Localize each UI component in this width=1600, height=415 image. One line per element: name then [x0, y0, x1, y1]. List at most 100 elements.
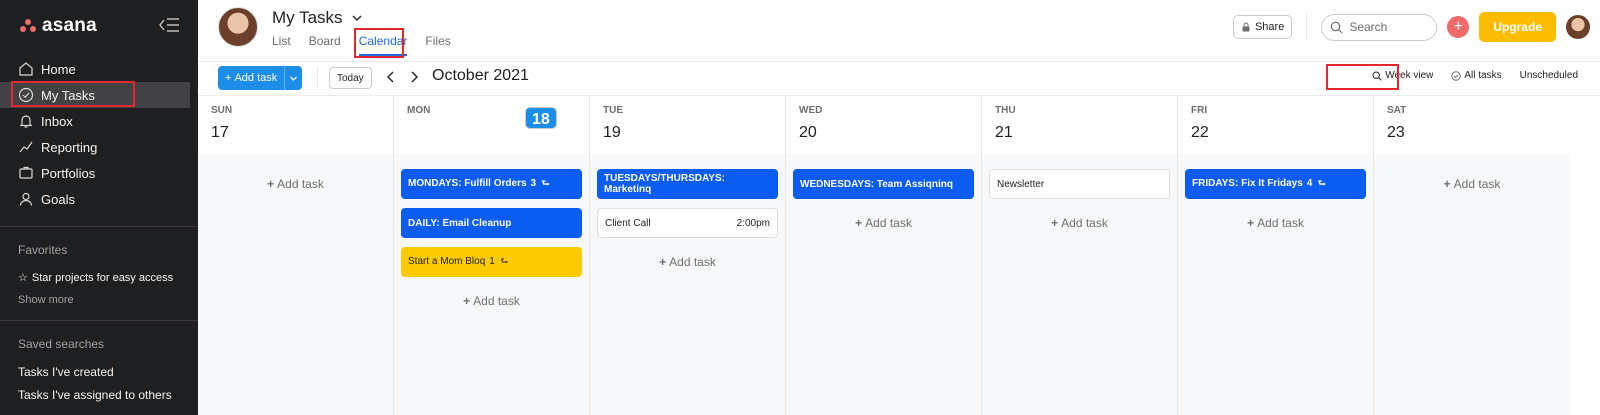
add-task-button[interactable]: + Add task — [218, 66, 285, 90]
sidebar-item-label: Inbox — [41, 113, 73, 129]
saved-search-assigned[interactable]: Tasks I've assigned to others — [0, 388, 198, 402]
day-body[interactable]: + Add task — [1374, 154, 1570, 415]
saved-search-created[interactable]: Tasks I've created — [0, 365, 198, 379]
add-task-inline-button[interactable]: + Add task — [989, 208, 1170, 238]
sidebar-item-goals[interactable]: Goals — [0, 186, 190, 212]
subtask-icon: ⮑ — [539, 178, 550, 188]
day-header: MON 18 — [394, 97, 589, 154]
tab-list[interactable]: List — [272, 34, 291, 56]
sidebar-divider — [0, 320, 198, 321]
day-name: THU — [995, 105, 1016, 116]
today-button[interactable]: Today — [329, 67, 372, 89]
home-icon — [19, 62, 33, 76]
day-body[interactable]: MONDAYS: Fulfill Orders 3 ⮑ DAILY: Email C… — [394, 154, 589, 415]
plus-icon: + — [1247, 216, 1255, 230]
day-column-wed[interactable]: WED 20 WEDNESDAYS: Team Assiqninq + Add task — [786, 97, 982, 415]
search-placeholder: Search — [1349, 20, 1388, 34]
sidebar-item-reporting[interactable]: Reporting — [0, 134, 190, 160]
task-card[interactable]: DAILY: Email Cleanup — [401, 208, 582, 238]
asana-logo[interactable]: asana — [20, 15, 97, 37]
day-number: 20 — [799, 124, 817, 141]
task-title: DAILY: Email Cleanup — [408, 218, 511, 229]
sidebar-item-inbox[interactable]: Inbox — [0, 108, 190, 134]
sidebar-item-label: Goals — [41, 191, 75, 207]
page-title[interactable]: My Tasks — [272, 8, 363, 28]
day-name: SAT — [1387, 105, 1407, 116]
task-card[interactable]: Start a Mom Bloq 1 ⮑ — [401, 247, 582, 277]
upgrade-button[interactable]: Upgrade — [1479, 12, 1556, 42]
subtask-icon: ⮑ — [497, 256, 509, 266]
unscheduled-button[interactable]: Unscheduled — [1520, 70, 1578, 81]
task-card[interactable]: TUESDAYS/THURSDAYS: Marketinq — [597, 169, 778, 199]
day-column-tue[interactable]: TUE 19 TUESDAYS/THURSDAYS: Marketinq Client… — [590, 97, 786, 415]
day-column-mon[interactable]: MON 18 MONDAYS: Fulfill Orders 3 ⮑ DAILY: Em… — [394, 97, 590, 415]
tab-calendar[interactable]: Calendar — [358, 34, 408, 56]
day-column-sat[interactable]: SAT 23 + Add task — [1374, 97, 1570, 415]
add-task-dropdown[interactable] — [284, 66, 303, 90]
day-number: 23 — [1387, 124, 1405, 141]
project-avatar — [218, 7, 258, 47]
tab-board[interactable]: Board — [309, 34, 341, 56]
add-task-inline-button[interactable]: + Add task — [205, 169, 386, 199]
favorites-heading: Favorites — [18, 243, 68, 257]
day-number: 19 — [603, 124, 621, 141]
share-label: Share — [1254, 21, 1285, 33]
favorites-hint: ☆ Star projects for easy access — [0, 271, 198, 285]
task-card[interactable]: MONDAYS: Fulfill Orders 3 ⮑ — [401, 169, 582, 199]
plus-icon: + — [225, 72, 232, 84]
asana-logo-icon — [20, 19, 36, 33]
week-view-toggle[interactable]: Week view — [1372, 70, 1433, 81]
check-circle-icon — [1451, 70, 1462, 81]
task-card[interactable]: Newsletter — [989, 169, 1170, 199]
search-input[interactable]: Search — [1321, 13, 1438, 41]
add-task-inline-button[interactable]: + Add task — [793, 208, 974, 238]
add-task-inline-label: Add task — [1453, 177, 1501, 191]
show-more-link[interactable]: Show more — [0, 294, 198, 306]
all-tasks-label: All tasks — [1464, 70, 1502, 81]
tab-files[interactable]: Files — [425, 34, 450, 56]
day-body[interactable]: WEDNESDAYS: Team Assiqninq + Add task — [786, 154, 981, 415]
brand-name: asana — [42, 15, 97, 36]
day-body[interactable]: + Add task — [198, 154, 393, 415]
add-task-inline-button[interactable]: + Add task — [1185, 208, 1366, 238]
add-task-inline-label: Add task — [1061, 216, 1108, 230]
sidebar-item-my-tasks[interactable]: My Tasks — [0, 82, 190, 108]
header-divider — [1306, 14, 1308, 40]
sidebar-item-portfolios[interactable]: Portfolios — [0, 160, 190, 186]
day-column-fri[interactable]: FRI 22 FRIDAYS: Fix It Fridays 4 ⮑ + Add task — [1178, 97, 1374, 415]
add-task-inline-button[interactable]: + Add task — [1381, 169, 1563, 199]
quick-add-button[interactable]: + — [1447, 16, 1470, 38]
sidebar: asana Home My Tasks Inbox Reporting Port… — [0, 0, 198, 415]
sidebar-item-label: Portfolios — [41, 165, 96, 181]
zoom-icon — [1372, 70, 1382, 81]
add-task-inline-button[interactable]: + Add task — [401, 286, 582, 316]
task-title: Client Call — [605, 218, 651, 229]
share-button[interactable]: Share — [1232, 15, 1293, 39]
plus-icon: + — [267, 177, 275, 191]
plus-icon: + — [1453, 18, 1463, 35]
plus-icon: + — [1443, 177, 1451, 191]
add-task-inline-button[interactable]: + Add task — [597, 247, 778, 277]
next-week-icon[interactable] — [406, 68, 422, 86]
day-column-sun[interactable]: SUN 17 + Add task — [198, 97, 394, 415]
task-card[interactable]: WEDNESDAYS: Team Assiqninq — [793, 169, 974, 199]
check-circle-icon — [18, 87, 34, 103]
day-body[interactable]: TUESDAYS/THURSDAYS: Marketinq Client Call… — [590, 154, 785, 415]
task-card[interactable]: Client Call 2:00pm — [597, 208, 778, 238]
task-card[interactable]: FRIDAYS: Fix It Fridays 4 ⮑ — [1185, 169, 1366, 199]
plus-icon: + — [855, 216, 863, 230]
day-number: 22 — [1191, 124, 1209, 141]
sidebar-item-home[interactable]: Home — [0, 56, 190, 82]
day-column-thu[interactable]: THU 21 Newsletter + Add task — [982, 97, 1178, 415]
week-view-label: Week view — [1385, 70, 1434, 81]
task-title: TUESDAYS/THURSDAYS: Marketinq — [604, 173, 771, 195]
previous-week-icon[interactable] — [383, 68, 399, 86]
day-body[interactable]: FRIDAYS: Fix It Fridays 4 ⮑ + Add task — [1178, 154, 1373, 415]
user-avatar[interactable] — [1566, 15, 1590, 39]
all-tasks-filter[interactable]: All tasks — [1451, 70, 1502, 81]
chevron-down-icon[interactable] — [351, 12, 363, 24]
today-date-badge: 18 — [525, 107, 557, 129]
day-body[interactable]: Newsletter + Add task — [982, 154, 1177, 415]
favorites-hint-text: Star projects for easy access — [31, 271, 174, 284]
collapse-sidebar-icon[interactable] — [158, 16, 180, 34]
